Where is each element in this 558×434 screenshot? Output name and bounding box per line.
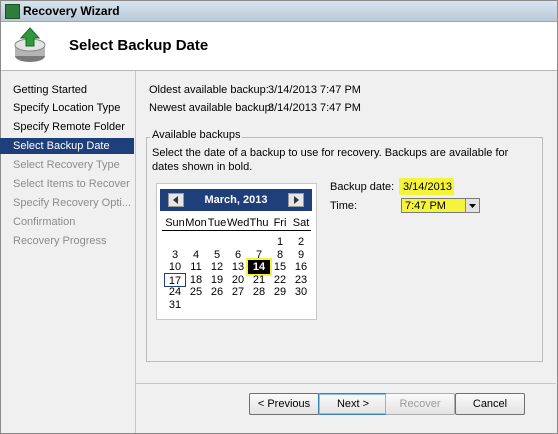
day-of-week-header: Mon bbox=[185, 217, 207, 229]
calendar-day[interactable]: 28 bbox=[248, 285, 270, 299]
step-specify-remote-folder[interactable]: Specify Remote Folder bbox=[0, 119, 134, 135]
newest-backup-label: Newest available backup: bbox=[149, 102, 274, 114]
available-backups-description: Select the date of a backup to use for r… bbox=[152, 147, 509, 173]
previous-button[interactable]: < Previous bbox=[249, 393, 319, 415]
app-icon bbox=[5, 4, 20, 19]
step-getting-started[interactable]: Getting Started bbox=[0, 82, 134, 98]
chevron-left-icon bbox=[173, 196, 178, 204]
step-select-recovery-type: Select Recovery Type bbox=[13, 159, 120, 171]
page-title: Select Backup Date bbox=[69, 37, 209, 54]
oldest-backup-label: Oldest available backup: bbox=[149, 84, 269, 96]
time-dropdown-button[interactable] bbox=[465, 199, 479, 212]
calendar-header-divider bbox=[162, 230, 311, 231]
oldest-backup-value: 3/14/2013 7:47 PM bbox=[268, 84, 361, 96]
next-month-button[interactable] bbox=[288, 193, 304, 207]
calendar-day[interactable]: 29 bbox=[269, 285, 291, 299]
next-button[interactable]: Next > bbox=[318, 393, 388, 415]
available-backups-label: Available backups bbox=[150, 129, 243, 141]
cancel-button[interactable]: Cancel bbox=[455, 393, 525, 415]
calendar-day[interactable]: 27 bbox=[227, 285, 249, 299]
step-confirmation: Confirmation bbox=[13, 216, 76, 228]
recovery-wizard-icon bbox=[14, 27, 46, 62]
step-specify-recovery-options: Specify Recovery Opti... bbox=[13, 197, 131, 209]
day-of-week-header: Thu bbox=[249, 217, 269, 229]
button-bar-divider bbox=[135, 383, 556, 384]
backup-date-value: 3/14/2013 bbox=[403, 181, 452, 193]
calendar-day[interactable]: 30 bbox=[290, 285, 312, 299]
step-specify-location-type[interactable]: Specify Location Type bbox=[0, 100, 134, 116]
chevron-right-icon bbox=[294, 196, 299, 204]
backup-date-label: Backup date: bbox=[330, 181, 395, 193]
calendar-header: March, 2013 bbox=[160, 189, 312, 211]
step-select-backup-date[interactable]: Select Backup Date bbox=[0, 138, 134, 154]
step-select-items-to-recover: Select Items to Recover bbox=[13, 178, 130, 190]
backup-calendar[interactable]: March, 2013 Sun Mon Tue Wed Thu Fri Sat 123456… bbox=[156, 183, 317, 320]
day-of-week-header: Sat bbox=[292, 217, 310, 229]
time-label: Time: bbox=[330, 200, 358, 212]
calendar-day[interactable]: 26 bbox=[206, 285, 228, 299]
calendar-day[interactable]: 25 bbox=[185, 285, 207, 299]
day-of-week-header: Fri bbox=[273, 217, 287, 229]
step-recovery-progress: Recovery Progress bbox=[13, 235, 107, 247]
chevron-down-icon bbox=[469, 204, 476, 208]
title-bar[interactable]: Recovery Wizard bbox=[1, 1, 557, 22]
time-select[interactable]: 7:47 PM bbox=[401, 198, 480, 213]
wizard-header: Select Backup Date bbox=[1, 22, 557, 71]
previous-month-button[interactable] bbox=[168, 193, 184, 207]
window-title: Recovery Wizard bbox=[23, 4, 120, 18]
recover-button: Recover bbox=[385, 393, 455, 415]
newest-backup-value: 3/14/2013 7:47 PM bbox=[268, 102, 361, 114]
calendar-day[interactable]: 31 bbox=[164, 298, 186, 312]
day-of-week-header: Sun bbox=[165, 217, 185, 229]
time-select-value: 7:47 PM bbox=[405, 200, 446, 212]
day-of-week-header: Tue bbox=[207, 217, 227, 229]
day-of-week-header: Wed bbox=[227, 217, 250, 229]
